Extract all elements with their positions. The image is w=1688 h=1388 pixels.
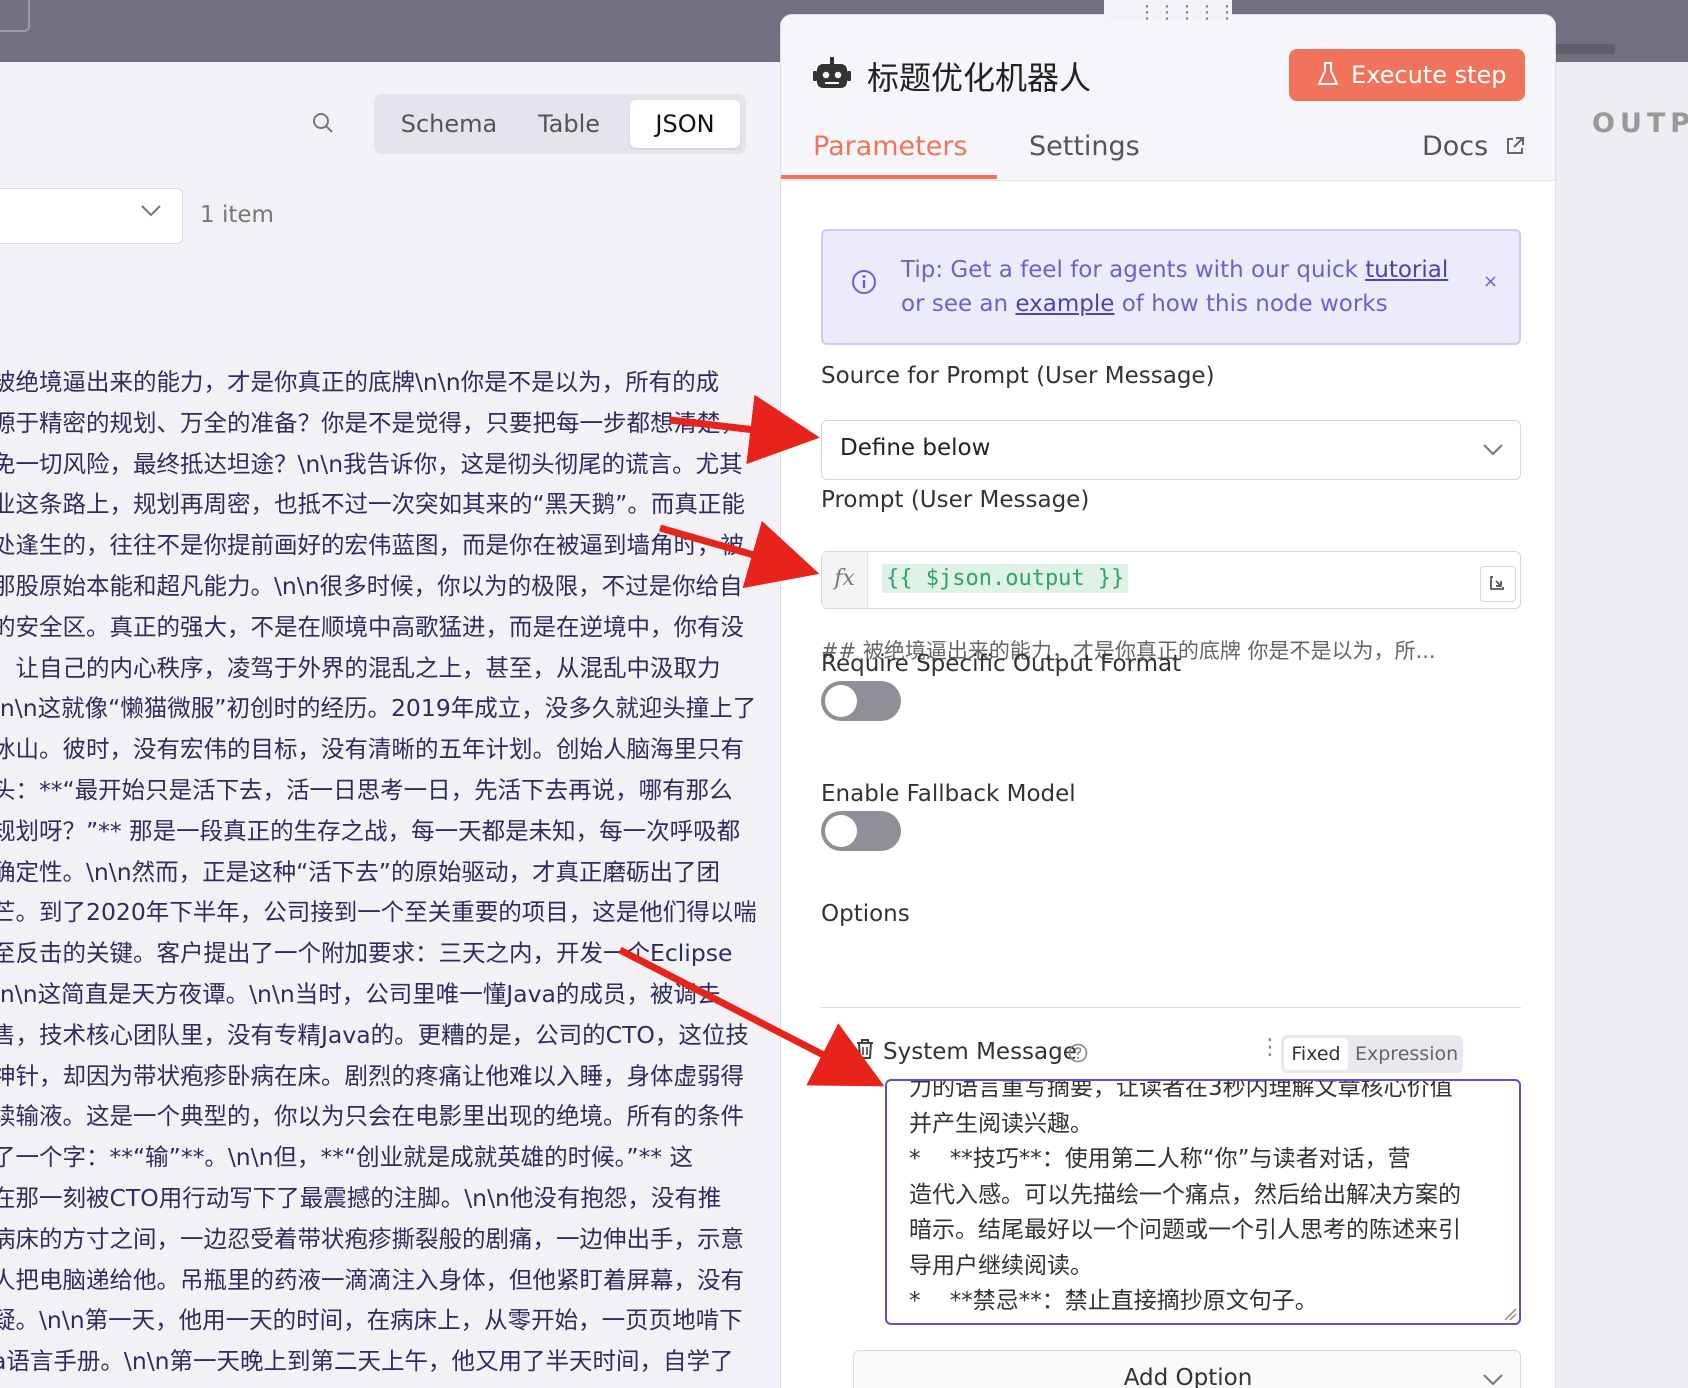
json-text-line: 免一切风险，最终抵达坦途？\n\n我告诉你，这是彻头彻尾的谎言。尤其 [0, 449, 743, 478]
source-prompt-value: Define below [840, 435, 991, 461]
drag-dots-icon[interactable]: ⋮⋮⋮⋮⋮ [1138, 2, 1238, 23]
chevron-down-icon [1483, 444, 1503, 456]
enable-fallback-label: Enable Fallback Model [821, 781, 1076, 807]
json-text-line: 的安全区。真正的强大，不是在顺境中高歌猛进，而是在逆境中，你有没 [0, 612, 744, 641]
json-text-line: \n\n这简直是天方夜谭。\n\n当时，公司里唯一懂Java的成员，被调去 [0, 979, 721, 1008]
json-text-line: 被绝境逼出来的能力，才是你真正的底牌\n\n你是不是以为，所有的成 [0, 368, 720, 396]
add-option-label: Add Option [1123, 1365, 1253, 1388]
json-text-line: 源于精密的规划、万全的准备？你是不是觉得，只要把每一步都想清楚， [0, 408, 744, 437]
json-text-line: ，让自己的内心秩序，凌驾于外界的混乱之上，甚至，从混乱中汲取力 [0, 653, 721, 682]
options-heading: Options [821, 901, 910, 927]
system-message-textarea[interactable]: 力的语言重写摘要，让读者在3秒内理解文章核心价值 并产生阅读兴趣。 * **技巧… [885, 1079, 1521, 1325]
info-icon [852, 270, 876, 294]
view-table-button[interactable]: Table [514, 100, 624, 148]
prompt-expression-value: {{ $json.output }} [882, 564, 1129, 593]
json-text-line: 头：**“最开始只是活下去，活一日思考一日，先活下去再说，哪有那么 [0, 775, 733, 804]
json-text-line: 规划呀？”** 那是一段真正的生存之战，每一天都是未知，每一次呼吸都 [0, 816, 741, 845]
view-mode-toggle: Schema Table JSON [374, 94, 746, 154]
tab-parameters[interactable]: Parameters [813, 131, 968, 162]
item-count: 1 item [200, 202, 274, 228]
node-title[interactable]: 标题优化机器人 [867, 53, 1091, 99]
json-text-line: 售，技术核心团队里，没有专精Java的。更糟的是，公司的CTO，这位技 [0, 1020, 749, 1049]
external-link-icon[interactable] [1505, 136, 1525, 156]
input-panel: Schema Table JSON 1 item 被绝境逼出来的能力，才是你真正… [0, 62, 780, 1388]
tip-callout: Tip: Get a feel for agents with our quic… [821, 229, 1521, 345]
json-text-line: 续输液。这是一个典型的，你以为只会在电影里出现的绝境。所有的条件 [0, 1102, 744, 1131]
json-text-line: 了一个字：**“输”**。\n\n但，**“创业就是成就英雄的时候。”** 这 [0, 1143, 694, 1172]
example-link[interactable]: example [1015, 291, 1114, 317]
view-schema-button[interactable]: Schema [394, 100, 504, 148]
expand-editor-icon[interactable] [1480, 566, 1516, 602]
close-tip-button[interactable]: × [1483, 271, 1498, 292]
node-settings-panel: 标题优化机器人 Execute step Parameters Settings… [780, 14, 1556, 1388]
tip-middle: or see an [901, 291, 1016, 317]
more-options-icon[interactable]: ⋮ [1259, 1035, 1281, 1060]
source-prompt-select[interactable]: Define below [821, 420, 1521, 480]
json-text-line: \n\n这就像“懒猫微服”初创时的经历。2019年成立，没多久就迎头撞上了 [0, 694, 757, 723]
canvas-button[interactable] [0, 0, 30, 32]
toggle-knob [825, 685, 857, 717]
tab-settings[interactable]: Settings [1029, 131, 1140, 162]
json-text-line: 芒。到了2020年下半年，公司接到一个至关重要的项目，这是他们得以喘 [0, 898, 757, 927]
trash-icon[interactable] [855, 1038, 875, 1060]
json-text-line: 处逢生的，往往不是你提前画好的宏伟蓝图，而是你在被逼到墙角时，被 [0, 531, 744, 560]
chevron-down-icon [141, 205, 161, 217]
fixed-mode-button[interactable]: Fixed [1284, 1038, 1348, 1070]
flask-icon [1318, 62, 1338, 85]
json-output-text: 被绝境逼出来的能力，才是你真正的底牌\n\n你是不是以为，所有的成 源于精密的规划… [0, 362, 780, 1382]
json-text-line: 神针，却因为带状疱疹卧病在床。剧烈的疼痛让他难以入睡，身体虚弱得 [0, 1061, 744, 1090]
view-json-button[interactable]: JSON [630, 100, 740, 148]
prompt-label: Prompt (User Message) [821, 487, 1090, 513]
output-panel-label: OUTP [1592, 108, 1688, 139]
execute-step-label: Execute step [1351, 61, 1507, 89]
tip-prefix: Tip: Get a feel for agents with our quic… [901, 257, 1366, 283]
search-icon[interactable] [312, 112, 334, 134]
robot-icon [813, 57, 851, 88]
tab-docs[interactable]: Docs [1422, 131, 1488, 162]
fx-icon: fx [822, 552, 868, 608]
execute-step-button[interactable]: Execute step [1289, 49, 1525, 101]
prompt-expression-field[interactable]: fx {{ $json.output }} [821, 551, 1521, 609]
source-prompt-label: Source for Prompt (User Message) [821, 363, 1215, 389]
resize-handle-icon[interactable] [1503, 1307, 1517, 1321]
json-text-line: 在那一刻被CTO用行动写下了最震撼的注脚。\n\n他没有抱怨，没有推 [0, 1183, 722, 1212]
output-panel [1556, 62, 1688, 1388]
json-text-line: 病床的方寸之间，一边忍受着带状疱疹撕裂般的剧痛，一边伸出手，示意 [0, 1224, 744, 1253]
expression-mode-button[interactable]: Expression [1355, 1038, 1458, 1070]
system-message-label: System Message [883, 1039, 1077, 1065]
require-output-format-toggle[interactable] [821, 681, 901, 721]
options-divider [821, 1007, 1521, 1008]
toggle-knob [825, 815, 857, 847]
json-text-line: a语言手册。\n\n第一天晚上到第二天上午，他又用了半天时间，自学了 [0, 1347, 734, 1376]
active-tab-indicator [781, 175, 997, 179]
fixed-expression-toggle: Fixed Expression [1281, 1035, 1463, 1073]
json-text-line: 疑。\n\n第一天，他用一天的时间，在病床上，从零开始，一页页地啃下 [0, 1306, 743, 1335]
json-text-line: 业这条路上，规划再周密，也抵不过一次突如其来的“黑天鹅”。而真正能 [0, 490, 745, 519]
system-message-text: 力的语言重写摘要，让读者在3秒内理解文章核心价值 并产生阅读兴趣。 * **技巧… [909, 1079, 1461, 1314]
json-text-line: 确定性。\n\n然而，正是这种“活下去”的原始驱动，才真正磨砺出了团 [0, 857, 720, 886]
tutorial-link[interactable]: tutorial [1365, 257, 1448, 283]
add-option-button[interactable]: Add Option [853, 1350, 1521, 1388]
chevron-down-icon [1483, 1374, 1503, 1386]
node-header: 标题优化机器人 Execute step Parameters Settings… [781, 15, 1555, 181]
tip-suffix: of how this node works [1114, 291, 1388, 317]
require-output-format-label: Require Specific Output Format [821, 651, 1182, 677]
json-text-line: 至反击的关键。客户提出了一个附加要求：三天之内，开发一个Eclipse [0, 939, 733, 968]
help-icon[interactable] [1068, 1043, 1088, 1063]
json-text-line: 冰山。彼时，没有宏伟的目标，没有清晰的五年计划。创始人脑海里只有 [0, 735, 744, 764]
tip-text: Tip: Get a feel for agents with our quic… [901, 253, 1448, 321]
json-text-line: 人把电脑递给他。吊瓶里的药液一滴滴注入身体，但他紧盯着屏幕，没有 [0, 1265, 744, 1294]
enable-fallback-toggle[interactable] [821, 811, 901, 851]
json-text-line: 那股原始本能和超凡能力。\n\n很多时候，你以为的极限，不过是你给自 [0, 571, 743, 600]
